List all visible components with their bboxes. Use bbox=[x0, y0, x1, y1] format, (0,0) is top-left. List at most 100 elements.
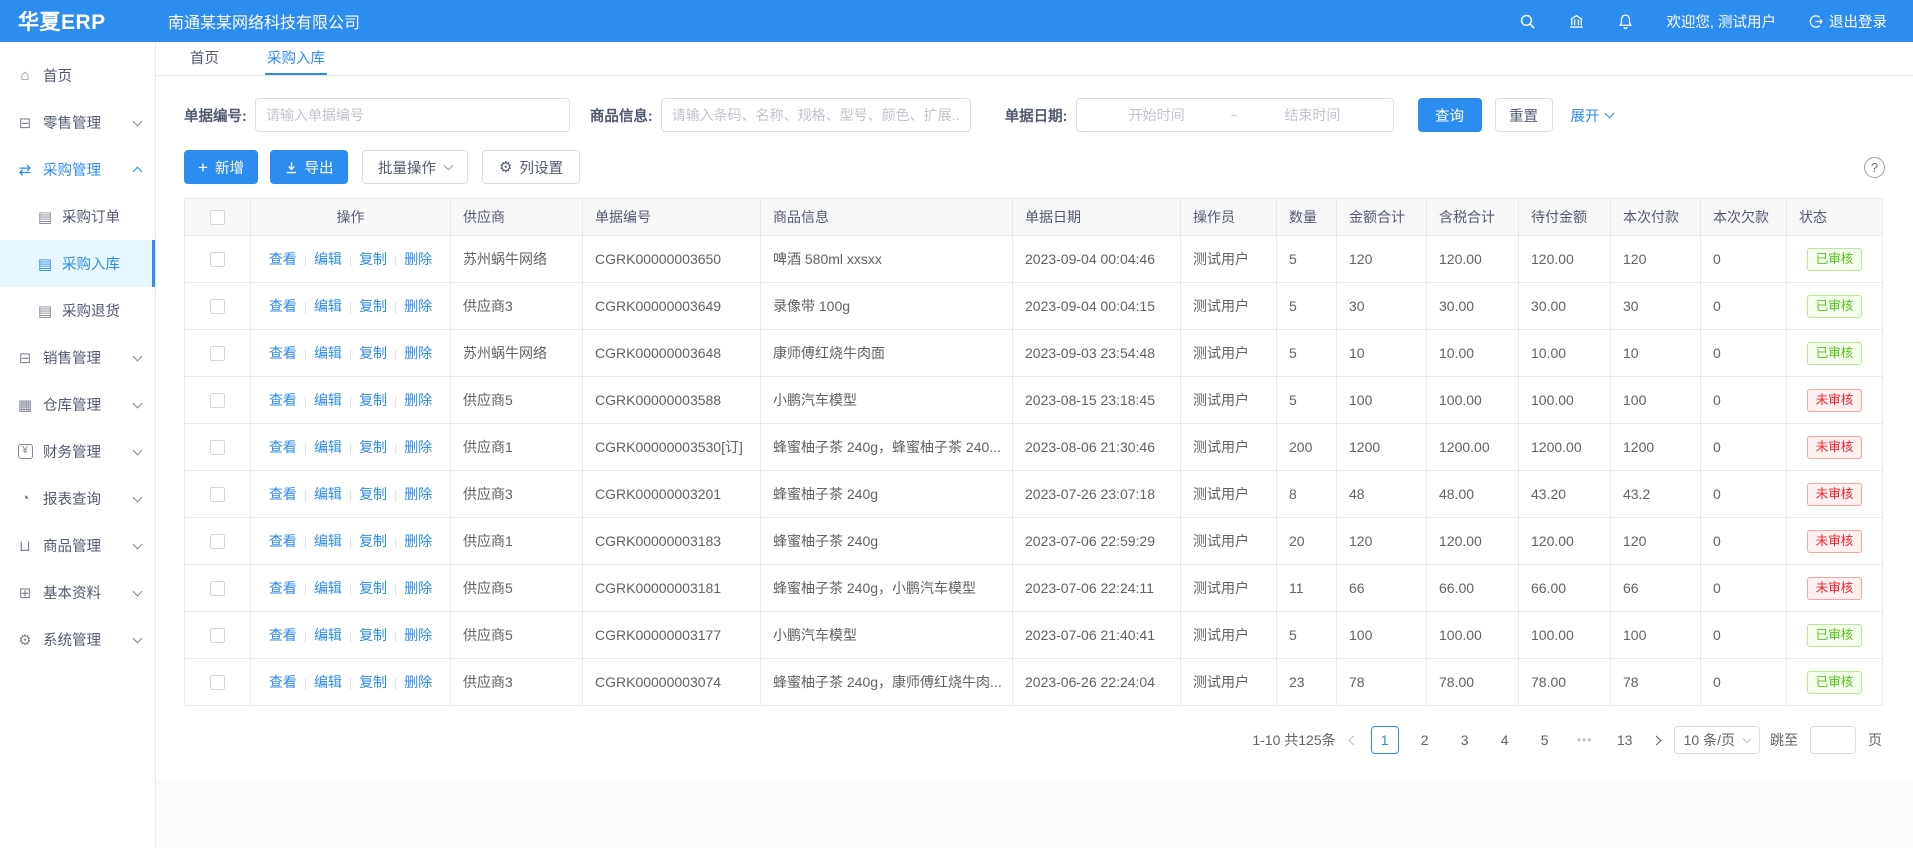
jump-page-input[interactable] bbox=[1810, 726, 1856, 754]
sidebar-item-finance[interactable]: ¥ 财务管理 bbox=[0, 428, 155, 475]
row-action-edit[interactable]: 编辑 bbox=[314, 486, 342, 502]
row-action-view[interactable]: 查看 bbox=[269, 345, 297, 361]
row-action-copy[interactable]: 复制 bbox=[359, 627, 387, 643]
row-action-view[interactable]: 查看 bbox=[269, 486, 297, 502]
logout-button[interactable]: 退出登录 bbox=[1808, 11, 1887, 32]
row-checkbox[interactable] bbox=[210, 299, 225, 314]
row-action-delete[interactable]: 删除 bbox=[404, 439, 432, 455]
row-action-delete[interactable]: 删除 bbox=[404, 298, 432, 314]
end-date-input[interactable] bbox=[1238, 106, 1386, 124]
row-action-delete[interactable]: 删除 bbox=[404, 251, 432, 267]
sidebar-item-retail[interactable]: ⊟ 零售管理 bbox=[0, 99, 155, 146]
sidebar-item-purchase-return[interactable]: ▤ 采购退货 bbox=[0, 287, 155, 334]
tab-purchase-inbound[interactable]: 采购入库 bbox=[265, 42, 327, 75]
bell-icon[interactable] bbox=[1617, 13, 1634, 30]
sidebar-item-purchase-order[interactable]: ▤ 采购订单 bbox=[0, 193, 155, 240]
row-action-delete[interactable]: 删除 bbox=[404, 674, 432, 690]
action-divider: | bbox=[349, 535, 352, 549]
sidebar-item-products[interactable]: ⊔ 商品管理 bbox=[0, 522, 155, 569]
row-action-edit[interactable]: 编辑 bbox=[314, 627, 342, 643]
platform-bank-icon[interactable] bbox=[1568, 13, 1585, 30]
next-page-button[interactable] bbox=[1649, 737, 1664, 744]
row-action-copy[interactable]: 复制 bbox=[359, 439, 387, 455]
action-divider: | bbox=[394, 582, 397, 596]
sidebar-item-basic-data[interactable]: ⊞ 基本资料 bbox=[0, 569, 155, 616]
page-button[interactable]: 4 bbox=[1491, 726, 1519, 754]
row-checkbox[interactable] bbox=[210, 346, 225, 361]
row-action-view[interactable]: 查看 bbox=[269, 674, 297, 690]
row-action-view[interactable]: 查看 bbox=[269, 251, 297, 267]
row-checkbox[interactable] bbox=[210, 628, 225, 643]
row-action-copy[interactable]: 复制 bbox=[359, 392, 387, 408]
row-action-edit[interactable]: 编辑 bbox=[314, 580, 342, 596]
row-action-copy[interactable]: 复制 bbox=[359, 486, 387, 502]
batch-operations-button[interactable]: 批量操作 bbox=[362, 150, 468, 184]
row-action-view[interactable]: 查看 bbox=[269, 580, 297, 596]
actions-cell: 查看|编辑|复制|删除 bbox=[251, 377, 451, 424]
row-action-copy[interactable]: 复制 bbox=[359, 580, 387, 596]
prev-page-button[interactable] bbox=[1346, 737, 1361, 744]
sidebar-item-system[interactable]: ⚙ 系统管理 bbox=[0, 616, 155, 663]
add-button[interactable]: + 新增 bbox=[184, 150, 258, 184]
expand-link[interactable]: 展开 bbox=[1571, 105, 1613, 126]
row-action-edit[interactable]: 编辑 bbox=[314, 533, 342, 549]
row-action-view[interactable]: 查看 bbox=[269, 439, 297, 455]
page-button[interactable]: 1 bbox=[1371, 726, 1399, 754]
row-action-delete[interactable]: 删除 bbox=[404, 533, 432, 549]
row-action-delete[interactable]: 删除 bbox=[404, 580, 432, 596]
row-action-view[interactable]: 查看 bbox=[269, 627, 297, 643]
row-checkbox[interactable] bbox=[210, 440, 225, 455]
status-badge: 已审核 bbox=[1807, 624, 1863, 647]
row-action-edit[interactable]: 编辑 bbox=[314, 674, 342, 690]
row-action-copy[interactable]: 复制 bbox=[359, 298, 387, 314]
row-action-delete[interactable]: 删除 bbox=[404, 627, 432, 643]
action-divider: | bbox=[394, 347, 397, 361]
row-action-edit[interactable]: 编辑 bbox=[314, 392, 342, 408]
reset-button[interactable]: 重置 bbox=[1495, 98, 1553, 132]
cell-bill_no: CGRK00000003649 bbox=[583, 283, 761, 330]
page-button[interactable]: 3 bbox=[1451, 726, 1479, 754]
row-action-copy[interactable]: 复制 bbox=[359, 345, 387, 361]
row-action-view[interactable]: 查看 bbox=[269, 392, 297, 408]
row-action-edit[interactable]: 编辑 bbox=[314, 298, 342, 314]
export-button[interactable]: 导出 bbox=[270, 150, 348, 184]
row-action-view[interactable]: 查看 bbox=[269, 533, 297, 549]
tab-home[interactable]: 首页 bbox=[188, 42, 221, 75]
sidebar-item-home[interactable]: ⌂ 首页 bbox=[0, 52, 155, 99]
row-checkbox[interactable] bbox=[210, 675, 225, 690]
row-checkbox[interactable] bbox=[210, 393, 225, 408]
bill-no-input[interactable] bbox=[255, 98, 570, 132]
start-date-input[interactable] bbox=[1083, 106, 1231, 124]
row-action-delete[interactable]: 删除 bbox=[404, 345, 432, 361]
row-checkbox[interactable] bbox=[210, 487, 225, 502]
search-icon[interactable] bbox=[1519, 13, 1536, 30]
sidebar-item-purchase-inbound[interactable]: ▤ 采购入库 bbox=[0, 240, 155, 287]
help-icon[interactable]: ? bbox=[1864, 157, 1885, 178]
row-checkbox[interactable] bbox=[210, 581, 225, 596]
page-size-select[interactable]: 10 条/页 bbox=[1674, 726, 1760, 754]
row-checkbox[interactable] bbox=[210, 534, 225, 549]
row-action-copy[interactable]: 复制 bbox=[359, 533, 387, 549]
product-info-input[interactable] bbox=[661, 98, 971, 132]
sidebar-item-purchase[interactable]: ⇄ 采购管理 bbox=[0, 146, 155, 193]
select-all-checkbox[interactable] bbox=[210, 210, 225, 225]
page-button[interactable]: 13 bbox=[1611, 726, 1639, 754]
page-button[interactable]: 5 bbox=[1531, 726, 1559, 754]
sidebar-item-reports[interactable]: ◔ 报表查询 bbox=[0, 475, 155, 522]
row-action-delete[interactable]: 删除 bbox=[404, 392, 432, 408]
row-action-copy[interactable]: 复制 bbox=[359, 674, 387, 690]
page-button[interactable]: 2 bbox=[1411, 726, 1439, 754]
row-action-edit[interactable]: 编辑 bbox=[314, 345, 342, 361]
row-action-copy[interactable]: 复制 bbox=[359, 251, 387, 267]
sidebar-item-warehouse[interactable]: ▦ 仓库管理 bbox=[0, 381, 155, 428]
row-checkbox[interactable] bbox=[210, 252, 225, 267]
query-button[interactable]: 查询 bbox=[1418, 98, 1482, 132]
sidebar-item-sales[interactable]: ⊟ 销售管理 bbox=[0, 334, 155, 381]
date-range-picker[interactable]: ~ bbox=[1076, 98, 1394, 132]
row-action-delete[interactable]: 删除 bbox=[404, 486, 432, 502]
column-settings-button[interactable]: ⚙ 列设置 bbox=[482, 150, 580, 184]
row-action-edit[interactable]: 编辑 bbox=[314, 439, 342, 455]
row-action-view[interactable]: 查看 bbox=[269, 298, 297, 314]
row-action-edit[interactable]: 编辑 bbox=[314, 251, 342, 267]
chevron-down-icon bbox=[133, 351, 143, 361]
